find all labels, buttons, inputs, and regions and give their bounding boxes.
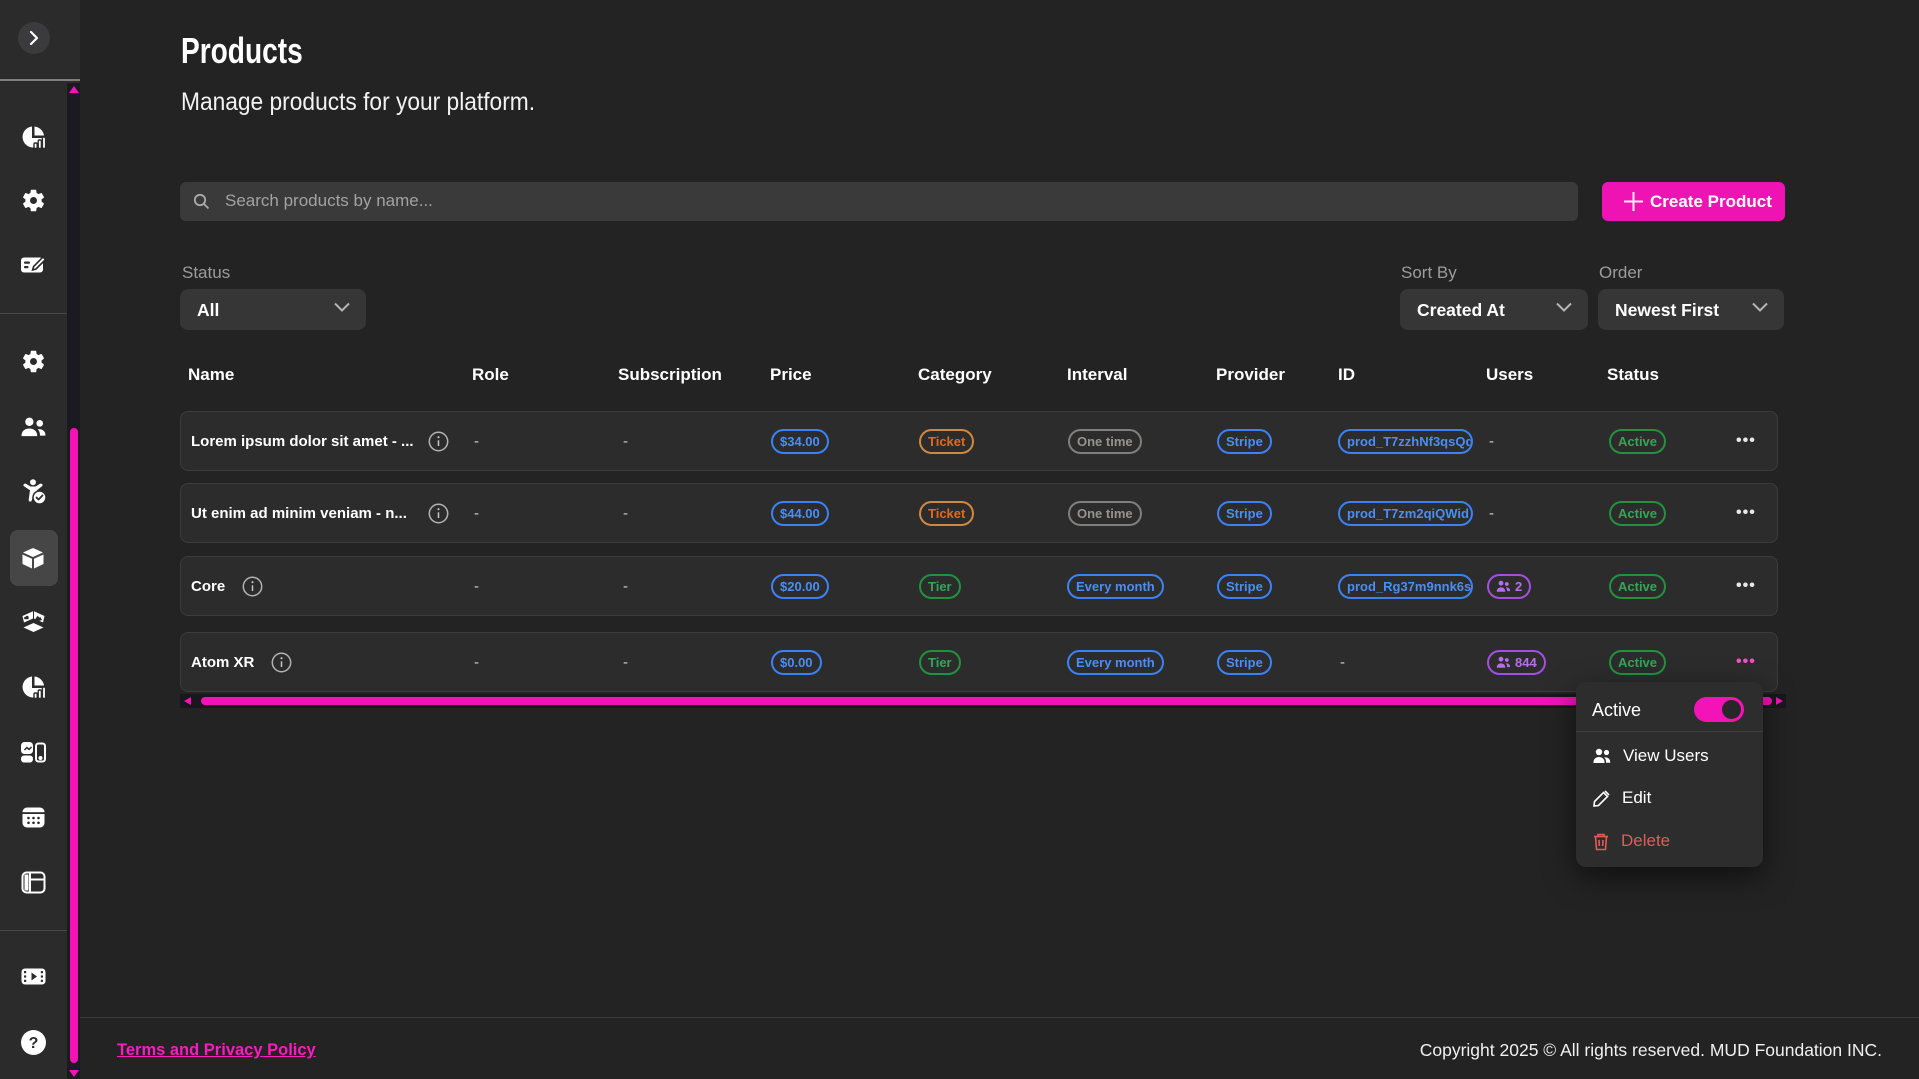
svg-text:?: ? bbox=[29, 1035, 39, 1052]
